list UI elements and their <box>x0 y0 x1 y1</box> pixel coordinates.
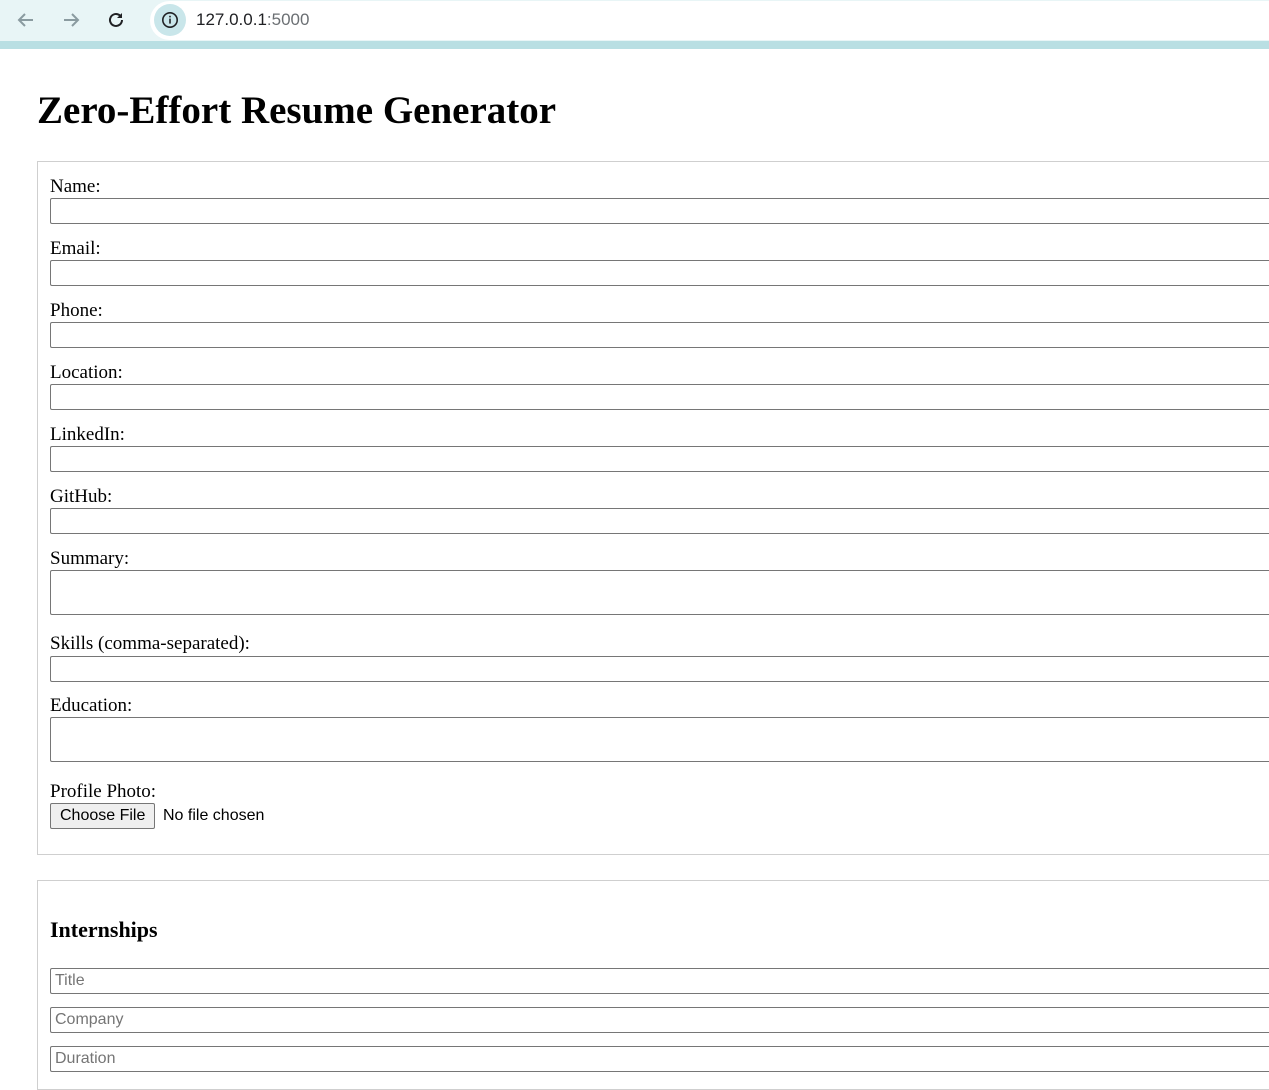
name-input[interactable] <box>50 198 1269 224</box>
internships-heading: Internships <box>50 917 158 942</box>
browser-toolbar: 127.0.0.1:5000 <box>0 0 1269 41</box>
url-port: :5000 <box>266 10 310 29</box>
reload-icon[interactable] <box>102 6 130 34</box>
info-icon[interactable] <box>154 4 186 36</box>
internship-title-input[interactable] <box>50 968 1269 994</box>
skills-input[interactable] <box>50 656 1269 682</box>
location-label: Location: <box>50 362 123 383</box>
internship-duration-input[interactable] <box>50 1046 1269 1072</box>
education-textarea[interactable] <box>50 717 1269 762</box>
internship-company-input[interactable] <box>50 1007 1269 1033</box>
file-status-text: No file chosen <box>163 807 265 824</box>
skills-label: Skills (comma-separated): <box>50 633 250 654</box>
phone-input[interactable] <box>50 322 1269 348</box>
forward-arrow-icon[interactable] <box>57 6 85 34</box>
linkedin-input[interactable] <box>50 446 1269 472</box>
profile-photo-label: Profile Photo: <box>50 781 157 802</box>
back-arrow-icon[interactable] <box>12 6 40 34</box>
phone-label: Phone: <box>50 300 103 321</box>
email-input[interactable] <box>50 260 1269 286</box>
github-label: GitHub: <box>50 486 113 507</box>
github-input[interactable] <box>50 508 1269 534</box>
email-label: Email: <box>50 238 101 259</box>
linkedin-label: LinkedIn: <box>50 424 125 445</box>
url-host: 127.0.0.1 <box>196 10 267 29</box>
address-bar[interactable]: 127.0.0.1:5000 <box>150 1 1269 40</box>
location-input[interactable] <box>50 384 1269 410</box>
toolbar-divider <box>0 41 1269 49</box>
page-title: Zero-Effort Resume Generator <box>37 89 557 132</box>
url-text[interactable]: 127.0.0.1:5000 <box>196 10 309 30</box>
choose-file-button[interactable]: Choose File <box>50 803 156 829</box>
education-label: Education: <box>50 695 133 716</box>
name-label: Name: <box>50 176 101 197</box>
summary-textarea[interactable] <box>50 570 1269 615</box>
summary-label: Summary: <box>50 548 130 569</box>
